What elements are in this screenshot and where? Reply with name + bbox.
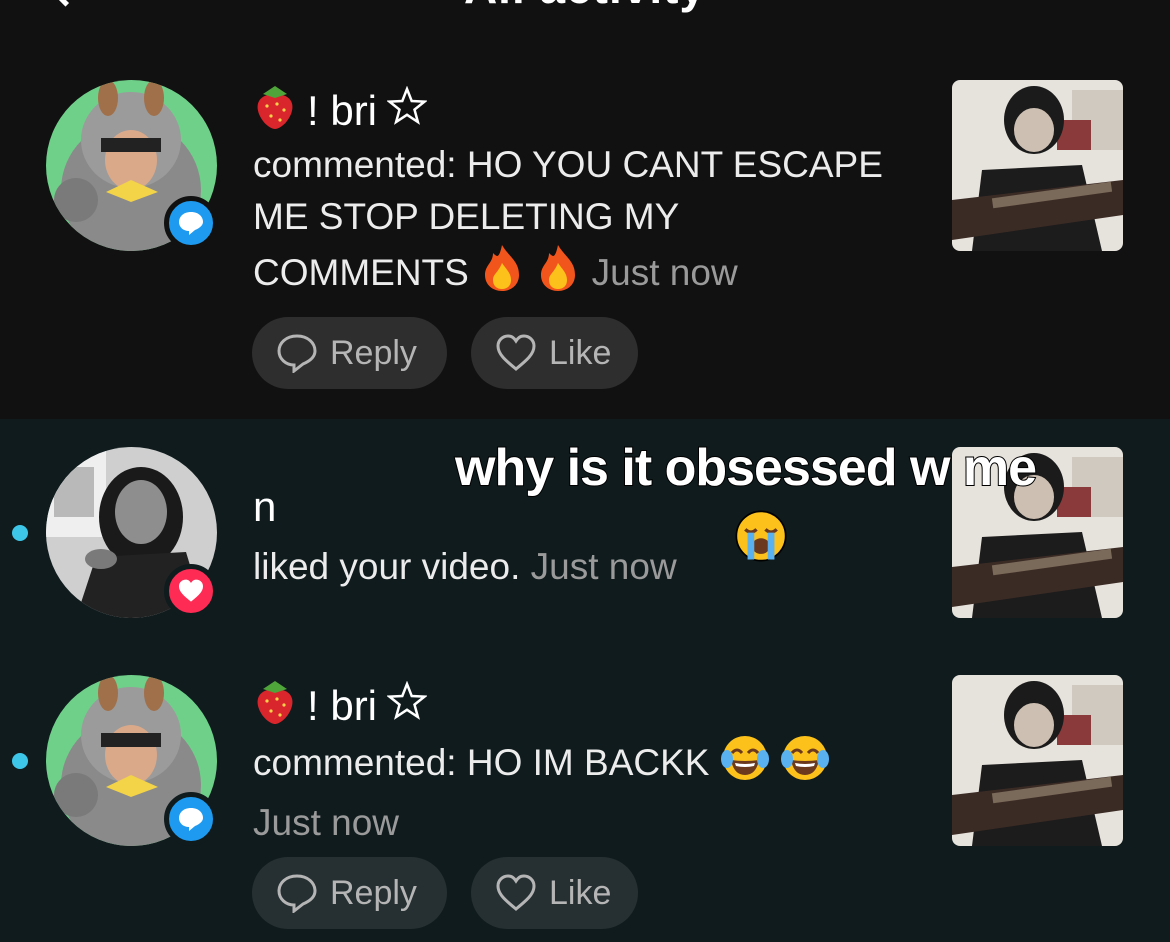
strawberry-emoji	[253, 82, 297, 140]
notification-text: commented: HO IM BACKK Just now	[253, 733, 903, 849]
strawberry-emoji	[253, 677, 297, 735]
notification-text: liked your video. Just now	[253, 546, 677, 587]
like-button[interactable]: Like	[471, 317, 638, 389]
video-thumbnail[interactable]	[952, 80, 1123, 251]
unread-dot-icon	[12, 753, 28, 769]
reply-bubble-icon	[277, 334, 317, 373]
comment-badge-icon	[164, 792, 218, 846]
username[interactable]: n	[253, 483, 276, 531]
timestamp: Just now	[253, 802, 400, 843]
heart-outline-icon	[496, 874, 536, 911]
heart-outline-icon	[496, 334, 536, 371]
unread-dot-icon	[12, 525, 28, 541]
timestamp: Just now	[591, 252, 738, 293]
reply-button[interactable]: Reply	[252, 857, 447, 929]
top-bar: All activity	[0, 0, 1170, 30]
overlay-caption: why is it obsessed w me	[454, 438, 1038, 498]
notification-item[interactable]: ! bri commented: HO IM BACKK Just now Re…	[0, 659, 1170, 942]
star-outline-icon	[386, 680, 428, 731]
fire-emoji	[479, 243, 525, 307]
fire-emoji	[535, 243, 581, 307]
comment-badge-icon	[164, 196, 218, 250]
notification-text: commented: HO YOU CANT ESCAPE ME STOP DE…	[253, 139, 903, 307]
reply-button[interactable]: Reply	[252, 317, 447, 389]
laughing-tears-emoji	[780, 733, 830, 797]
like-badge-icon	[164, 564, 218, 618]
video-thumbnail[interactable]	[952, 675, 1123, 846]
notification-item[interactable]: ! bri commented: HO YOU CANT ESCAPE ME S…	[0, 30, 1170, 419]
page-title: All activity	[0, 0, 1170, 14]
username[interactable]: ! bri	[253, 677, 428, 735]
like-button[interactable]: Like	[471, 857, 638, 929]
username[interactable]: ! bri	[253, 82, 428, 140]
loudly-crying-emoji	[733, 508, 789, 569]
laughing-tears-emoji	[720, 733, 770, 797]
reply-bubble-icon	[277, 874, 317, 913]
star-outline-icon	[386, 85, 428, 136]
timestamp: Just now	[530, 546, 677, 587]
